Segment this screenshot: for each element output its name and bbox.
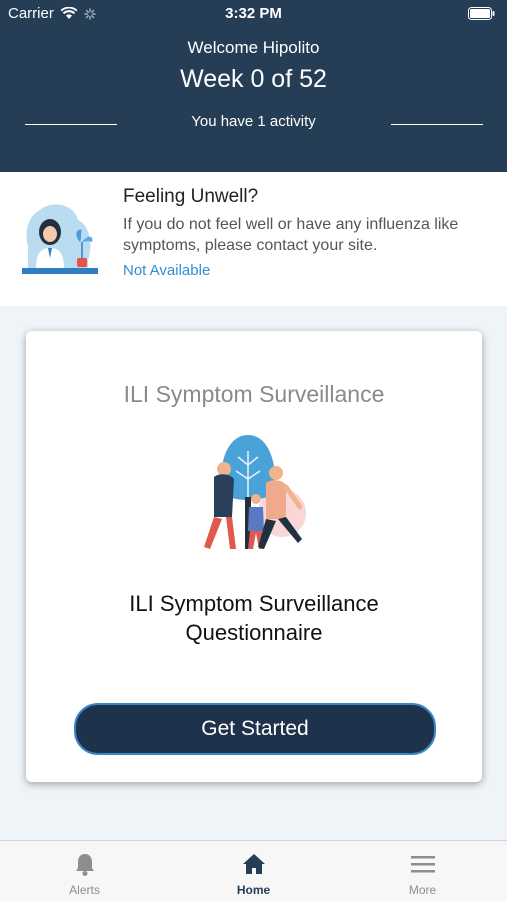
tab-home[interactable]: Home — [169, 841, 338, 901]
week-counter: Week 0 of 52 — [180, 65, 327, 93]
tab-home-label: Home — [236, 883, 271, 897]
questionnaire-title-line2: Questionnaire — [185, 620, 323, 645]
questionnaire-title-line1: ILI Symptom Surveillance — [129, 591, 379, 616]
tab-more[interactable]: More — [338, 841, 507, 901]
unwell-title: Feeling Unwell? — [123, 186, 259, 207]
bell-icon — [76, 854, 94, 876]
card-title: ILI Symptom Surveillance — [123, 381, 385, 407]
home-icon — [243, 854, 265, 874]
welcome-text: Welcome Hipolito — [187, 38, 320, 57]
divider-right — [391, 124, 483, 125]
tab-alerts[interactable]: Alerts — [0, 841, 169, 901]
unwell-description: If you do not feel well or have any infl… — [123, 216, 459, 254]
status-bar: Carrier 3:32 PM — [0, 0, 507, 28]
clock: 3:32 PM — [225, 5, 282, 22]
battery-icon — [468, 7, 495, 20]
activity-count: You have 1 activity — [191, 113, 316, 130]
feeling-unwell-panel: Feeling Unwell? If you do not feel well … — [0, 172, 507, 306]
not-available-link[interactable]: Not Available — [123, 262, 210, 279]
tab-more-label: More — [408, 883, 437, 897]
tab-alerts-label: Alerts — [69, 883, 100, 897]
get-started-button[interactable]: Get Started — [74, 703, 436, 755]
family-tree-illustration-icon — [204, 435, 306, 549]
surveillance-card: ILI Symptom Surveillance ILI Symptom Sur… — [26, 331, 482, 782]
tab-bar: Alerts Home More — [0, 840, 507, 901]
questionnaire-title: ILI Symptom Surveillance Questionnaire — [26, 589, 482, 647]
menu-icon — [411, 856, 435, 873]
doctor-illustration-icon — [22, 204, 98, 274]
